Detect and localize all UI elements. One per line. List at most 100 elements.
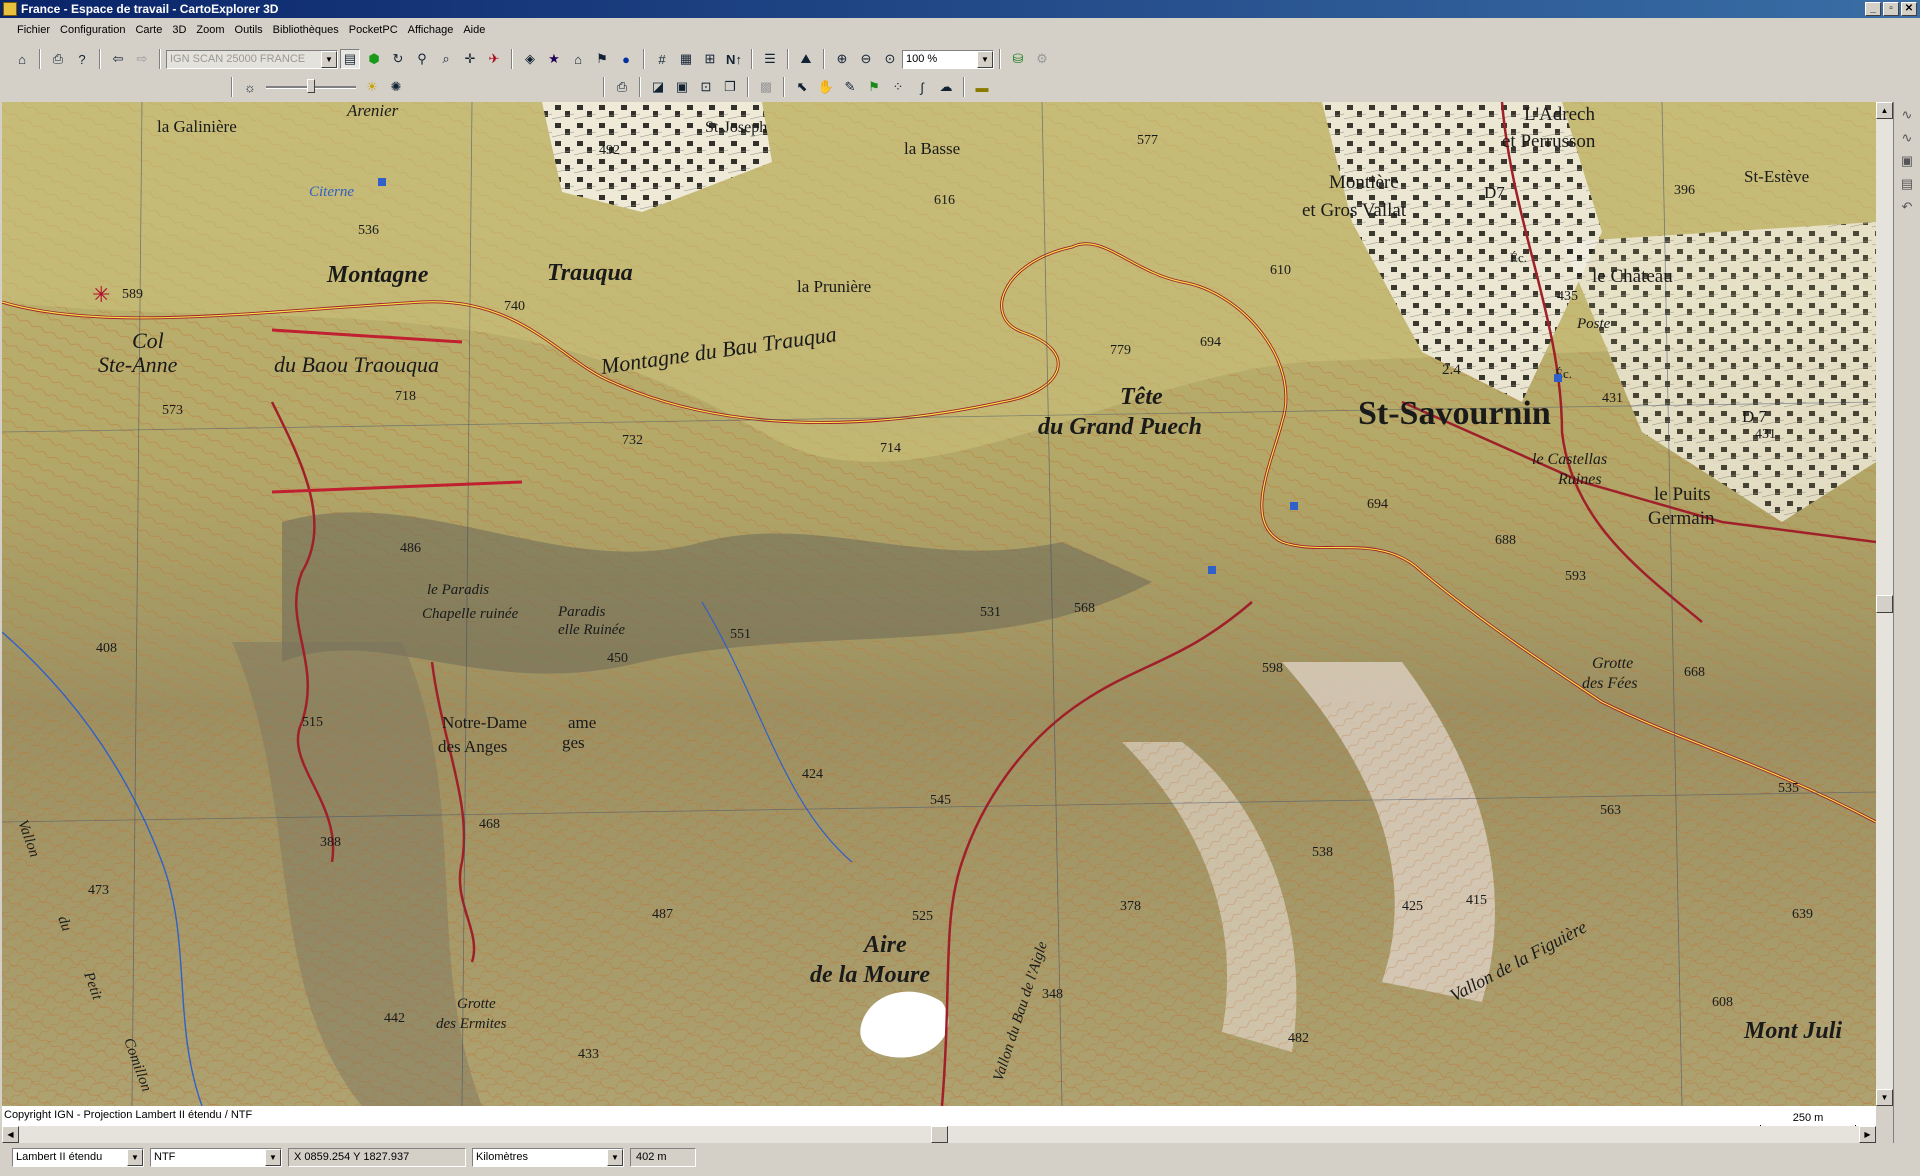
vertical-scrollbar[interactable]: ▲ ▼ (1876, 102, 1893, 1106)
route-icon[interactable]: ⌂ (568, 49, 588, 69)
brightness-slider[interactable] (266, 77, 356, 97)
poi-icon[interactable]: ● (616, 49, 636, 69)
menu-aide[interactable]: Aide (458, 24, 490, 36)
menu-fichier[interactable]: Fichier (12, 24, 55, 36)
map-label: Ruines (1557, 471, 1602, 488)
ruler-icon[interactable]: ▬ (972, 77, 992, 97)
map-label: 408 (96, 641, 117, 656)
draw-icon[interactable]: ✎ (840, 77, 860, 97)
chevron-down-icon[interactable]: ▼ (607, 1148, 623, 1166)
map-label: 639 (1792, 907, 1813, 922)
nodes-icon[interactable]: ⁘ (888, 77, 908, 97)
close-button[interactable]: ✕ (1901, 2, 1917, 16)
zoom-in-icon[interactable]: ⊕ (832, 49, 852, 69)
menu-bibliotheques[interactable]: Bibliothèques (268, 24, 344, 36)
waypoint-icon[interactable]: ◈ (520, 49, 540, 69)
map-label: 424 (802, 767, 823, 782)
brightness-high-icon[interactable]: ☀ (362, 77, 382, 97)
map-label: ges (562, 733, 585, 752)
chevron-down-icon[interactable]: ▼ (977, 50, 993, 68)
export-icon[interactable]: ⊡ (696, 77, 716, 97)
menu-carte[interactable]: Carte (130, 24, 167, 36)
map-label: 468 (479, 817, 500, 832)
contrast-icon[interactable]: ✺ (386, 77, 406, 97)
star-icon[interactable]: ★ (544, 49, 564, 69)
units-select[interactable]: Kilomètres ▼ (472, 1147, 624, 1167)
menu-affichage[interactable]: Affichage (403, 24, 459, 36)
zoom-level-select[interactable]: 100 % ▼ (902, 49, 994, 69)
grid-icon[interactable]: # (652, 49, 672, 69)
scroll-down-button[interactable]: ▼ (1876, 1089, 1893, 1106)
copy-icon[interactable]: ❐ (720, 77, 740, 97)
map-label: le Puits (1654, 484, 1710, 505)
north-label: N (726, 51, 736, 67)
legend-icon[interactable]: ☰ (760, 49, 780, 69)
crosshair-icon[interactable]: ✛ (460, 49, 480, 69)
open-workspace-icon[interactable]: ⌂ (12, 49, 32, 69)
measure-tool-icon[interactable]: ∿ (1897, 128, 1917, 148)
menu-configuration[interactable]: Configuration (55, 24, 130, 36)
scroll-left-button[interactable]: ◀ (2, 1126, 19, 1143)
binoculars-icon[interactable]: ⚲ (412, 49, 432, 69)
print-preview-icon[interactable]: ⎙ (612, 77, 632, 97)
menu-zoom[interactable]: Zoom (191, 24, 229, 36)
back-icon[interactable]: ⇦ (108, 49, 128, 69)
scroll-right-button[interactable]: ▶ (1859, 1126, 1876, 1143)
profile-icon[interactable]: ◪ (648, 77, 668, 97)
3d-view-icon[interactable]: ⛰ (796, 49, 816, 69)
projection-select[interactable]: Lambert II étendu ▼ (12, 1147, 144, 1167)
projection-value: Lambert II étendu (16, 1151, 103, 1163)
menu-outils[interactable]: Outils (230, 24, 268, 36)
restore-button[interactable]: ▫ (1883, 2, 1899, 16)
map-label: ame (568, 713, 596, 732)
table-tool-icon[interactable]: ▤ (1897, 174, 1917, 194)
map-label: 694 (1367, 497, 1388, 512)
zoom-out-icon[interactable]: ⊖ (856, 49, 876, 69)
horizontal-scrollbar[interactable]: ◀ ▶ (2, 1126, 1876, 1143)
topographic-map[interactable]: la Galinière Arenier St-Joseph 492 la Ba… (2, 102, 1876, 1106)
green-marker-icon[interactable]: ⬢ (364, 49, 384, 69)
menu-3d[interactable]: 3D (167, 24, 191, 36)
database-icon[interactable]: ⛁ (1008, 49, 1028, 69)
text-bubble-icon[interactable]: ☁ (936, 77, 956, 97)
chevron-down-icon[interactable]: ▼ (265, 1148, 281, 1166)
print-icon[interactable]: ⎙ (48, 49, 68, 69)
map-label: 378 (1120, 899, 1141, 914)
map-list-icon[interactable]: ▤ (340, 49, 360, 69)
brightness-low-icon[interactable]: ☼ (240, 77, 260, 97)
profile-tool-icon[interactable]: ∿ (1897, 105, 1917, 125)
datum-select[interactable]: NTF ▼ (150, 1147, 282, 1167)
hand-pan-icon[interactable]: ✋ (816, 77, 836, 97)
chevron-down-icon[interactable]: ▼ (321, 50, 337, 68)
gps-icon[interactable]: ✈ (484, 49, 504, 69)
image-tool-icon[interactable]: ▣ (1897, 151, 1917, 171)
chevron-down-icon[interactable]: ▼ (127, 1148, 143, 1166)
settings-icon[interactable]: ⚙ (1032, 49, 1052, 69)
zoom-icon[interactable]: ⊙ (880, 49, 900, 69)
select-icon[interactable]: ⬉ (792, 77, 812, 97)
photo-icon[interactable]: ▣ (672, 77, 692, 97)
overlay-icon[interactable]: ▦ (676, 49, 696, 69)
map-label: 538 (1312, 845, 1333, 860)
polyline-icon[interactable]: ∫ (912, 77, 932, 97)
track-icon[interactable]: ⚑ (592, 49, 612, 69)
north-arrow-icon[interactable]: N ↑ (724, 49, 744, 69)
refresh-map-icon[interactable]: ↻ (388, 49, 408, 69)
layers-icon[interactable]: ▩ (756, 77, 776, 97)
vertical-scroll-thumb[interactable] (1876, 595, 1893, 613)
forward-icon[interactable]: ⇨ (132, 49, 152, 69)
coordinates-icon[interactable]: ⊞ (700, 49, 720, 69)
horizontal-scroll-thumb[interactable] (931, 1126, 948, 1143)
scroll-up-button[interactable]: ▲ (1876, 102, 1893, 119)
menu-bar: Fichier Configuration Carte 3D Zoom Outi… (0, 20, 1920, 40)
slider-thumb[interactable] (307, 79, 315, 93)
map-label: 396 (1674, 183, 1695, 198)
undo-icon[interactable]: ↶ (1897, 197, 1917, 217)
water-tank-icon (378, 178, 386, 186)
menu-pocketpc[interactable]: PocketPC (344, 24, 403, 36)
find-icon[interactable]: ⌕ (436, 49, 456, 69)
help-icon[interactable]: ? (72, 49, 92, 69)
map-layer-select[interactable]: IGN SCAN 25000 FRANCE ▼ (166, 49, 338, 69)
minimize-button[interactable]: _ (1865, 2, 1881, 16)
flag-icon[interactable]: ⚑ (864, 77, 884, 97)
